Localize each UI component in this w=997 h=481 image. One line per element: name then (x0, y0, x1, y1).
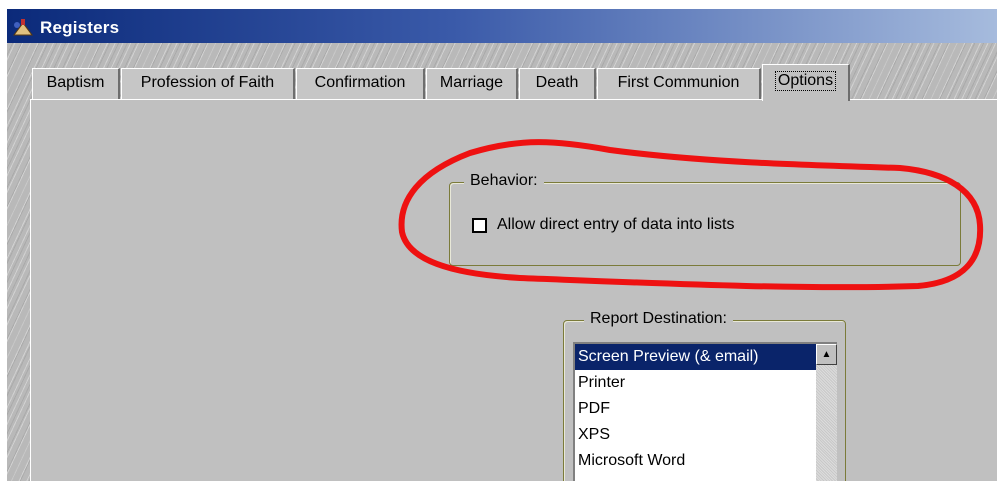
allow-direct-entry-label[interactable]: Allow direct entry of data into lists (497, 216, 734, 234)
tab-marriage[interactable]: Marriage (426, 68, 518, 99)
scroll-up-arrow-icon[interactable]: ▲ (816, 344, 837, 365)
window-title: Registers (40, 18, 120, 37)
registers-window: Registers Baptism Profession of Faith Co… (7, 9, 997, 481)
tab-options-label: Options (774, 71, 837, 91)
behavior-groupbox: Behavior: Allow direct entry of data int… (449, 172, 961, 266)
tab-options[interactable]: Options (762, 64, 850, 101)
report-destination-groupbox: Report Destination: Screen Preview (& em… (563, 310, 846, 481)
tab-death[interactable]: Death (519, 68, 596, 99)
tab-profession-of-faith[interactable]: Profession of Faith (121, 68, 295, 99)
report-destination-legend: Report Destination: (584, 310, 733, 328)
report-destination-listbox[interactable]: Screen Preview (& email) Printer PDF XPS… (573, 342, 837, 481)
allow-direct-entry-checkbox[interactable] (472, 218, 487, 233)
list-item-xps[interactable]: XPS (575, 422, 837, 448)
tab-confirmation[interactable]: Confirmation (296, 68, 425, 99)
app-icon (13, 19, 33, 36)
tab-first-communion[interactable]: First Communion (597, 68, 761, 99)
list-item-printer[interactable]: Printer (575, 370, 837, 396)
tab-strip: Baptism Profession of Faith Confirmation… (32, 64, 992, 101)
behavior-legend: Behavior: (464, 172, 544, 190)
list-item-microsoft-word[interactable]: Microsoft Word (575, 448, 837, 474)
tab-baptism[interactable]: Baptism (32, 68, 120, 99)
list-item-screen-preview[interactable]: Screen Preview (& email) (575, 344, 818, 370)
list-item-pdf[interactable]: PDF (575, 396, 837, 422)
options-panel: Behavior: Allow direct entry of data int… (30, 99, 997, 481)
title-bar[interactable]: Registers (7, 9, 997, 43)
list-scrollbar[interactable]: ▲ (816, 344, 837, 481)
